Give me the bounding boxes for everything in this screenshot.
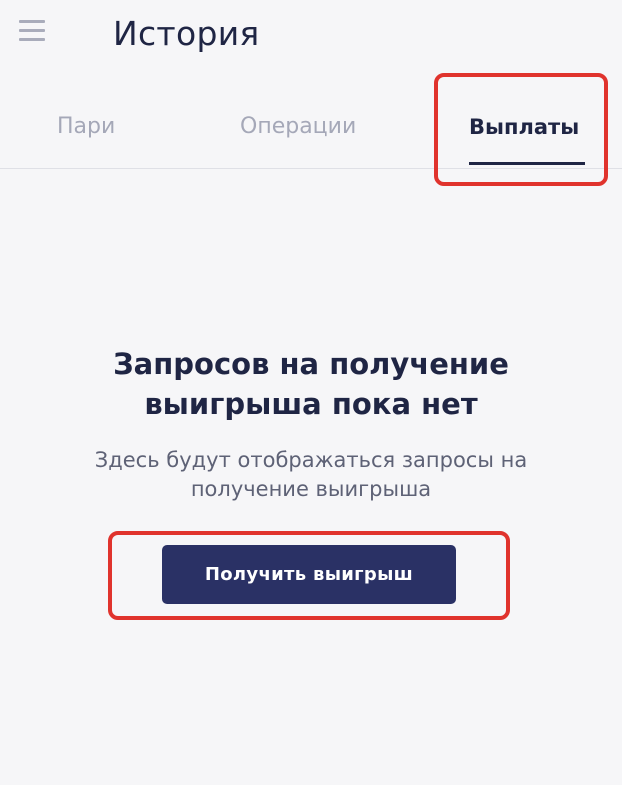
empty-state-title: Запросов на получение выигрыша пока нет: [0, 344, 622, 424]
tab-operations[interactable]: Операции: [240, 114, 356, 139]
header: История: [0, 0, 622, 70]
tab-bets[interactable]: Пари: [57, 114, 115, 139]
empty-state-title-line: выигрыша пока нет: [144, 387, 478, 421]
menu-icon-bar: [19, 29, 45, 32]
hamburger-menu-icon[interactable]: [19, 18, 47, 42]
get-winnings-button[interactable]: Получить выигрыш: [162, 545, 456, 604]
history-page: История Пари Операции Выплаты Запросов н…: [0, 0, 622, 785]
empty-state-subtitle-line: получение выигрыша: [190, 477, 432, 501]
page-title: История: [113, 14, 260, 53]
tab-highlight-box: [434, 73, 608, 186]
empty-state-title-line: Запросов на получение: [113, 347, 509, 381]
empty-state-subtitle-line: Здесь будут отображаться запросы на: [94, 448, 528, 472]
menu-icon-bar: [19, 38, 45, 41]
empty-state-subtitle: Здесь будут отображаться запросы на полу…: [30, 446, 592, 504]
menu-icon-bar: [19, 20, 45, 23]
